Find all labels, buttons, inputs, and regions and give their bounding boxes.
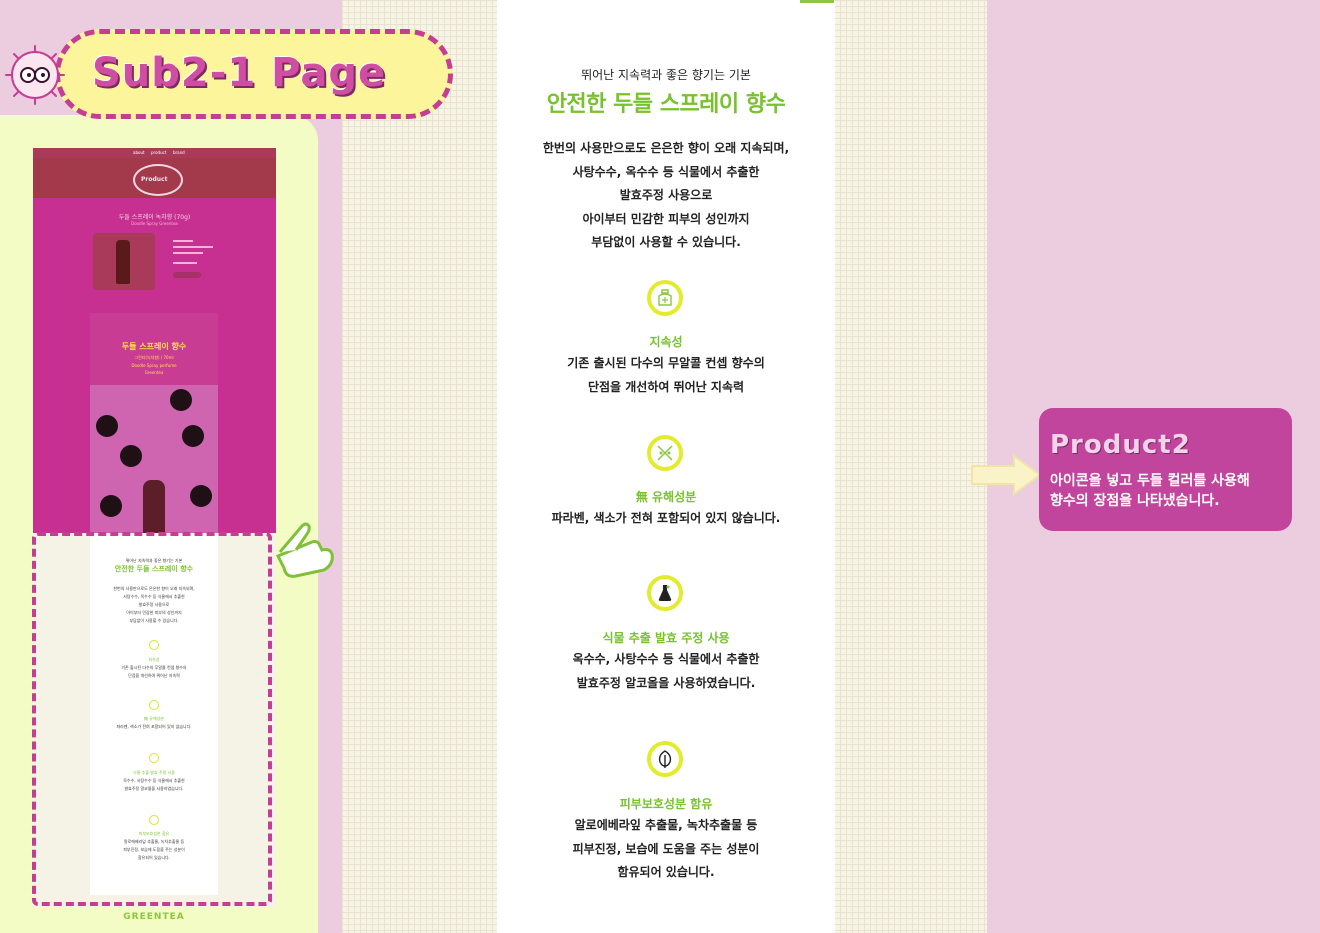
flower-shape bbox=[96, 415, 118, 437]
eyebrow-text: 뛰어난 지속력과 좋은 향기는 기본 bbox=[581, 68, 751, 82]
doodle-mascot-icon bbox=[5, 45, 65, 105]
no-chemical-icon bbox=[647, 435, 683, 471]
arrow-right-icon bbox=[971, 454, 1042, 496]
feature-body: 옥수수, 사탕수수 등 식물에서 추출한 발효주정 알코올을 사용하였습니다. bbox=[497, 648, 835, 695]
flower-shape bbox=[182, 425, 204, 447]
feature-title-skin-care: 피부보호성분 함유 bbox=[619, 797, 713, 811]
mini-product-card: 두들 스프레이 향수 그린티(녹차향) / 70ml Doodle Spray … bbox=[90, 313, 218, 533]
feature-body-line: 단점을 개선하여 뛰어난 지속력 bbox=[587, 379, 745, 394]
mini-card-subtitle: Doodle Spray perfume bbox=[131, 363, 177, 368]
flower-shape bbox=[120, 445, 142, 467]
feature-body-line: 기존 출시된 다수의 무알콜 컨셉 향수의 bbox=[567, 356, 765, 370]
mini-card-title: 두들 스프레이 향수 bbox=[121, 342, 187, 351]
mini-info-line bbox=[173, 246, 213, 248]
callout-box bbox=[1039, 408, 1292, 531]
intro-line: 한번의 사용만으로도 은은한 향이 오래 지속되며, bbox=[542, 141, 790, 155]
pointing-hand-icon bbox=[275, 522, 334, 578]
mini-flower-pattern bbox=[90, 385, 218, 533]
feature-body-line: 옥수수, 사탕수수 등 식물에서 추출한 bbox=[572, 652, 760, 666]
mini-info-line bbox=[173, 262, 197, 264]
flower-shape bbox=[100, 495, 122, 517]
callout-body-line: 향수의 장점을 나타냈습니다. bbox=[1050, 493, 1220, 509]
intro-paragraph: 한번의 사용만으로도 은은한 향이 오래 지속되며, 사탕수수, 옥수수 등 식… bbox=[497, 137, 835, 255]
feature-title-no-harmful: 無 유해성분 bbox=[635, 490, 697, 504]
feature-body-line: 알로에베라잎 추출물, 녹차추출물 등 bbox=[574, 818, 758, 832]
page-title: Sub2-1 Page bbox=[92, 50, 387, 96]
callout-title: Product2 bbox=[1050, 430, 1191, 460]
mini-banner-label: Product bbox=[141, 176, 168, 183]
headline: 안전한 두들 스프레이 향수 bbox=[546, 92, 786, 117]
intro-line: 사탕수수, 옥수수 등 식물에서 추출한 bbox=[572, 164, 760, 179]
feature-title-plant-ethanol: 식물 추출 발효 주정 사용 bbox=[602, 631, 730, 645]
feature-body-line: 피부진정, 보습에 도움을 주는 성분이 bbox=[572, 841, 760, 856]
mini-buy-button bbox=[173, 272, 201, 278]
flask-icon bbox=[647, 575, 683, 611]
mini-product-title: 두들 스프레이 녹차향 (70g) bbox=[118, 214, 191, 221]
feature-body-line: 함유되어 있습니다. bbox=[617, 865, 715, 880]
mini-info-line bbox=[173, 240, 193, 242]
flower-shape bbox=[190, 485, 212, 507]
intro-line: 부담없이 사용할 수 있습니다. bbox=[591, 235, 741, 250]
intro-line: 아이부터 민감한 피부의 성인까지 bbox=[582, 211, 750, 226]
mini-nav-item: product bbox=[151, 150, 167, 155]
bottle-icon bbox=[143, 480, 165, 533]
mini-info-line bbox=[173, 252, 203, 254]
perfume-bottle-icon bbox=[647, 280, 683, 316]
top-accent-bar bbox=[800, 0, 834, 3]
feature-body-line: 발효주정 알코올을 사용하였습니다. bbox=[576, 675, 756, 690]
highlight-frame bbox=[32, 532, 272, 906]
bottle-icon bbox=[116, 240, 130, 284]
mini-product-subtitle: Doodle Spray Greentea bbox=[131, 221, 178, 226]
leaf-icon bbox=[647, 741, 683, 777]
feature-body: 파라벤, 색소가 전혀 포함되어 있지 않습니다. bbox=[497, 507, 835, 531]
feature-body-line: 파라벤, 색소가 전혀 포함되어 있지 않습니다. bbox=[551, 511, 781, 525]
mini-nav-item: brand bbox=[173, 150, 185, 155]
mini-card-subtitle: Greentea bbox=[144, 370, 164, 375]
mini-card-subtitle: 그린티(녹차향) / 70ml bbox=[134, 355, 174, 360]
intro-line: 발효주정 사용으로 bbox=[619, 188, 713, 203]
flower-shape bbox=[170, 389, 192, 411]
feature-body: 기존 출시된 다수의 무알콜 컨셉 향수의 단점을 개선하여 뛰어난 지속력 bbox=[497, 352, 835, 399]
mini-nav-item: about bbox=[133, 150, 145, 155]
callout-body-line: 아이콘을 넣고 두들 컬러를 사용해 bbox=[1050, 473, 1250, 489]
callout-body: 아이콘을 넣고 두들 컬러를 사용해 향수의 장점을 나타냈습니다. bbox=[1050, 471, 1250, 511]
mini-footer-label: GREENTEA bbox=[123, 912, 185, 922]
feature-body: 알로에베라잎 추출물, 녹차추출물 등 피부진정, 보습에 도움을 주는 성분이… bbox=[497, 814, 835, 885]
feature-title-longevity: 지속성 bbox=[649, 335, 683, 349]
